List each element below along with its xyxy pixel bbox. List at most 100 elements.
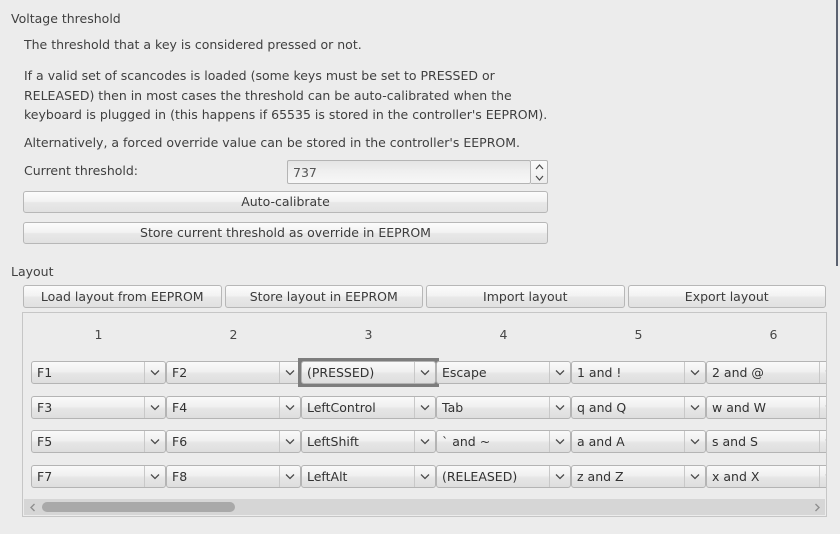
- chevron-down-icon[interactable]: [684, 397, 705, 418]
- key-combobox-value: 1 and !: [572, 365, 684, 380]
- layout-cell-r1-c2[interactable]: F2: [163, 358, 304, 387]
- layout-cell-r2-c5[interactable]: q and Q: [568, 393, 709, 422]
- key-combobox[interactable]: z and Z: [571, 465, 706, 488]
- store-threshold-override-button[interactable]: Store current threshold as override in E…: [23, 222, 548, 244]
- layout-column-header-3: 3: [301, 327, 436, 342]
- key-combobox-value: ` and ~: [437, 434, 549, 449]
- layout-horizontal-scrollbar[interactable]: [24, 499, 825, 515]
- key-combobox[interactable]: F4: [166, 396, 301, 419]
- key-combobox[interactable]: 1 and !: [571, 361, 706, 384]
- load-layout-from-eeprom-button[interactable]: Load layout from EEPROM: [23, 285, 222, 308]
- store-layout-in-eeprom-button[interactable]: Store layout in EEPROM: [225, 285, 424, 308]
- chevron-down-icon[interactable]: [819, 466, 826, 487]
- chevron-down-icon[interactable]: [819, 397, 826, 418]
- layout-cell-r4-c2[interactable]: F8: [163, 462, 304, 491]
- chevron-down-icon[interactable]: [684, 362, 705, 383]
- key-combobox-value: Tab: [437, 400, 549, 415]
- voltage-description-paragraph-1: The threshold that a key is considered p…: [24, 35, 362, 55]
- layout-cell-r2-c4[interactable]: Tab: [433, 393, 574, 422]
- export-layout-button[interactable]: Export layout: [628, 285, 827, 308]
- current-threshold-input[interactable]: [287, 160, 531, 184]
- chevron-down-icon[interactable]: [684, 431, 705, 452]
- layout-cell-r3-c4[interactable]: ` and ~: [433, 427, 574, 456]
- key-combobox-value: LeftShift: [302, 434, 414, 449]
- chevron-down-icon[interactable]: [684, 466, 705, 487]
- chevron-down-icon[interactable]: [531, 172, 547, 183]
- key-combobox[interactable]: LeftControl: [301, 396, 436, 419]
- layout-cell-r4-c1[interactable]: F7: [28, 462, 169, 491]
- chevron-right-icon[interactable]: [809, 499, 825, 515]
- chevron-down-icon[interactable]: [549, 466, 570, 487]
- key-combobox[interactable]: w and W: [706, 396, 826, 419]
- chevron-down-icon[interactable]: [549, 431, 570, 452]
- chevron-down-icon[interactable]: [279, 431, 300, 452]
- chevron-down-icon[interactable]: [279, 397, 300, 418]
- layout-cell-r1-c3[interactable]: (PRESSED): [298, 358, 439, 387]
- layout-cell-r4-c6[interactable]: x and X: [703, 462, 826, 491]
- chevron-up-icon[interactable]: [531, 161, 547, 172]
- key-combobox-value: z and Z: [572, 469, 684, 484]
- scrollbar-thumb[interactable]: [42, 502, 235, 512]
- key-combobox[interactable]: F1: [31, 361, 166, 384]
- auto-calibrate-button[interactable]: Auto-calibrate: [23, 191, 548, 213]
- key-combobox[interactable]: x and X: [706, 465, 826, 488]
- layout-cell-r2-c3[interactable]: LeftControl: [298, 393, 439, 422]
- key-combobox[interactable]: LeftShift: [301, 430, 436, 453]
- key-combobox[interactable]: F2: [166, 361, 301, 384]
- key-combobox[interactable]: Tab: [436, 396, 571, 419]
- chevron-down-icon[interactable]: [414, 362, 435, 383]
- chevron-down-icon[interactable]: [144, 397, 165, 418]
- key-combobox[interactable]: 2 and @: [706, 361, 826, 384]
- chevron-down-icon[interactable]: [414, 431, 435, 452]
- chevron-down-icon[interactable]: [144, 466, 165, 487]
- layout-cell-r1-c6[interactable]: 2 and @: [703, 358, 826, 387]
- chevron-down-icon[interactable]: [549, 362, 570, 383]
- chevron-left-icon[interactable]: [24, 499, 40, 515]
- layout-cell-r1-c1[interactable]: F1: [28, 358, 169, 387]
- chevron-down-icon[interactable]: [414, 397, 435, 418]
- chevron-down-icon[interactable]: [279, 362, 300, 383]
- chevron-down-icon[interactable]: [279, 466, 300, 487]
- key-combobox[interactable]: LeftAlt: [301, 465, 436, 488]
- current-threshold-spinner-buttons[interactable]: [531, 160, 548, 184]
- layout-cell-r1-c5[interactable]: 1 and !: [568, 358, 709, 387]
- layout-cell-r2-c2[interactable]: F4: [163, 393, 304, 422]
- chevron-down-icon[interactable]: [819, 362, 826, 383]
- layout-cell-r3-c5[interactable]: a and A: [568, 427, 709, 456]
- chevron-down-icon[interactable]: [819, 431, 826, 452]
- layout-cell-r4-c3[interactable]: LeftAlt: [298, 462, 439, 491]
- key-combobox[interactable]: (RELEASED): [436, 465, 571, 488]
- key-combobox[interactable]: F5: [31, 430, 166, 453]
- key-combobox[interactable]: F8: [166, 465, 301, 488]
- chevron-down-icon[interactable]: [414, 466, 435, 487]
- layout-cell-r4-c4[interactable]: (RELEASED): [433, 462, 574, 491]
- key-combobox[interactable]: (PRESSED): [301, 361, 436, 384]
- chevron-down-icon[interactable]: [549, 397, 570, 418]
- chevron-down-icon[interactable]: [144, 431, 165, 452]
- layout-cell-r4-c5[interactable]: z and Z: [568, 462, 709, 491]
- key-combobox[interactable]: F6: [166, 430, 301, 453]
- key-combobox-value: (PRESSED): [302, 365, 414, 380]
- import-layout-button[interactable]: Import layout: [426, 285, 625, 308]
- key-combobox[interactable]: a and A: [571, 430, 706, 453]
- key-combobox[interactable]: F7: [31, 465, 166, 488]
- key-combobox[interactable]: s and S: [706, 430, 826, 453]
- layout-cell-r1-c4[interactable]: Escape: [433, 358, 574, 387]
- key-combobox[interactable]: q and Q: [571, 396, 706, 419]
- current-threshold-spinbox[interactable]: [287, 160, 548, 184]
- key-combobox[interactable]: Escape: [436, 361, 571, 384]
- layout-group-title: Layout: [0, 264, 54, 279]
- layout-cell-r3-c3[interactable]: LeftShift: [298, 427, 439, 456]
- page-vertical-scrollbar[interactable]: [836, 0, 838, 266]
- layout-column-header-4: 4: [436, 327, 571, 342]
- layout-cell-r2-c6[interactable]: w and W: [703, 393, 826, 422]
- key-combobox-value: F4: [167, 400, 279, 415]
- layout-cell-r2-c1[interactable]: F3: [28, 393, 169, 422]
- layout-cell-r3-c2[interactable]: F6: [163, 427, 304, 456]
- scrollbar-track[interactable]: [40, 499, 809, 515]
- layout-cell-r3-c6[interactable]: s and S: [703, 427, 826, 456]
- key-combobox[interactable]: ` and ~: [436, 430, 571, 453]
- chevron-down-icon[interactable]: [144, 362, 165, 383]
- layout-cell-r3-c1[interactable]: F5: [28, 427, 169, 456]
- key-combobox[interactable]: F3: [31, 396, 166, 419]
